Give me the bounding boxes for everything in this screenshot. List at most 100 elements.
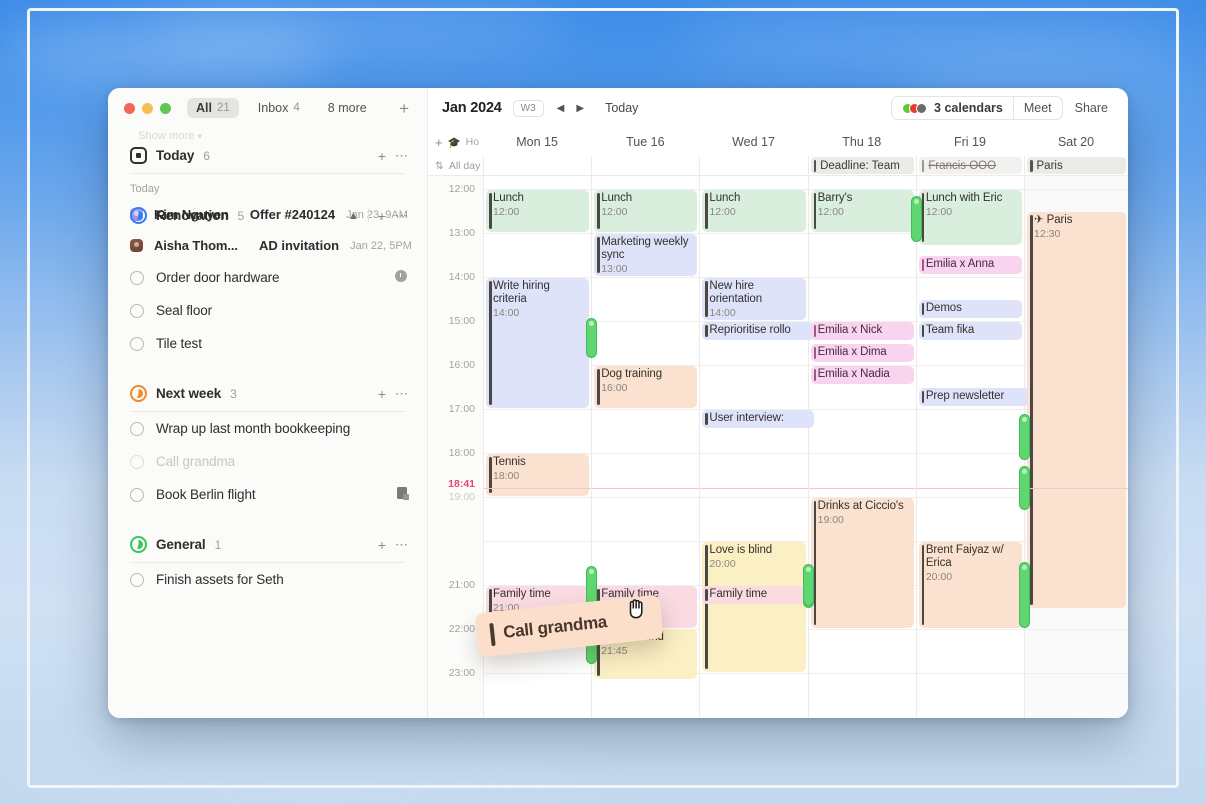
calendar-event[interactable]: Team fika xyxy=(919,322,1022,340)
sidebar-group-general[interactable]: General 1 + ⋯ xyxy=(108,529,427,560)
tab-more[interactable]: 8 more xyxy=(319,98,376,118)
day-column-thu[interactable]: Barry's 12:00 Emilia x Nick Emilia x Dim… xyxy=(808,176,916,718)
task-checkbox[interactable] xyxy=(130,455,144,469)
minimize-button[interactable] xyxy=(142,103,153,114)
calendar-event[interactable]: Emilia x Nadia xyxy=(811,366,914,384)
availability-handle[interactable] xyxy=(1019,562,1030,628)
sidebar-group-next-week[interactable]: Next week 3 + ⋯ xyxy=(108,378,427,409)
all-day-cell-wed[interactable] xyxy=(699,156,807,175)
meet-button[interactable]: Meet xyxy=(1013,97,1062,119)
add-list-button[interactable]: + xyxy=(395,98,413,119)
calendars-selector[interactable]: 3 calendars xyxy=(892,97,1013,119)
calendar-event[interactable]: Love is blind 20:00 xyxy=(702,542,805,672)
event-time: 20:00 xyxy=(709,558,801,571)
all-day-cell-mon[interactable] xyxy=(483,156,591,175)
day-header-thu[interactable]: Thu 18 xyxy=(808,128,916,156)
day-header-fri[interactable]: Fri 19 xyxy=(916,128,1024,156)
group-count: 1 xyxy=(215,538,222,552)
calendar-event[interactable]: Emilia x Nick xyxy=(811,322,914,340)
maximize-button[interactable] xyxy=(160,103,171,114)
calendar-event[interactable]: Emilia x Anna xyxy=(919,256,1022,274)
calendar-event[interactable]: Family time xyxy=(702,586,805,604)
calendar-event[interactable]: Drinks at Ciccio's 19:00 xyxy=(811,498,914,628)
availability-handle[interactable] xyxy=(911,196,922,242)
day-header-tue[interactable]: Tue 16 xyxy=(591,128,699,156)
window-traffic-lights[interactable] xyxy=(124,103,171,114)
calendar-event[interactable]: Reprioritise rollo xyxy=(702,322,813,340)
calendar-event[interactable]: Lunch with Eric 12:00 xyxy=(919,190,1022,245)
sidebar-group-today[interactable]: Today 6 + ⋯ xyxy=(108,140,427,171)
group-more-button[interactable]: ⋯ xyxy=(395,208,409,224)
calendar-event[interactable]: Prep newsletter xyxy=(919,388,1030,406)
day-header-mon[interactable]: Mon 15 xyxy=(483,128,591,156)
availability-handle[interactable] xyxy=(803,564,814,606)
group-more-button[interactable]: ⋯ xyxy=(395,386,409,402)
calendar-event[interactable]: Lunch 12:00 xyxy=(486,190,589,232)
group-more-button[interactable]: ⋯ xyxy=(395,537,409,553)
calendar-event[interactable]: Lunch 12:00 xyxy=(702,190,805,232)
all-day-event[interactable]: Paris xyxy=(1027,157,1126,174)
task-item[interactable]: Tile test xyxy=(108,327,427,360)
chevron-up-icon[interactable]: ▲ xyxy=(348,210,359,222)
tab-all[interactable]: All 21 xyxy=(187,98,239,118)
task-item[interactable]: Book Berlin flight xyxy=(108,478,427,511)
day-column-sat[interactable]: ✈ Paris 12:30 xyxy=(1024,176,1128,718)
calendar-event[interactable]: Emilia x Dima xyxy=(811,344,914,362)
day-header-sat[interactable]: Sat 20 xyxy=(1024,128,1128,156)
task-checkbox[interactable] xyxy=(130,304,144,318)
calendar-event[interactable]: Tennis 18:00 xyxy=(486,454,589,496)
add-task-button[interactable]: + xyxy=(378,208,386,224)
all-day-cell-sat[interactable]: Paris xyxy=(1024,156,1128,175)
task-item[interactable]: Call grandma xyxy=(108,445,427,478)
task-label: Call grandma xyxy=(156,454,235,469)
prev-week-button[interactable]: ◀ xyxy=(557,103,565,114)
all-day-cell-thu[interactable]: Deadline: Team xyxy=(808,156,916,175)
availability-handle[interactable] xyxy=(1019,414,1030,460)
app-window: All 21 Inbox 4 8 more + Show more▾ Today… xyxy=(108,88,1128,718)
calendar-event[interactable]: Barry's 12:00 xyxy=(811,190,914,232)
next-week-button[interactable]: ▶ xyxy=(576,103,584,114)
day-column-wed[interactable]: Lunch 12:00 New hire orientation 14:00 R… xyxy=(699,176,807,718)
task-checkbox[interactable] xyxy=(130,422,144,436)
add-task-button[interactable]: + xyxy=(378,386,386,402)
grab-cursor-icon xyxy=(624,596,650,622)
add-task-button[interactable]: + xyxy=(378,148,386,164)
availability-handle[interactable] xyxy=(586,318,597,358)
today-button[interactable]: Today xyxy=(605,101,638,115)
all-day-event[interactable]: Deadline: Team xyxy=(811,157,914,174)
availability-handle[interactable] xyxy=(1019,466,1030,510)
calendar-event[interactable]: Lunch 12:00 xyxy=(594,190,697,232)
task-item[interactable]: Finish assets for Seth xyxy=(108,563,427,596)
close-button[interactable] xyxy=(124,103,135,114)
task-item[interactable]: Wrap up last month bookkeeping xyxy=(108,412,427,445)
all-day-event[interactable]: Francis OOO xyxy=(919,157,1022,174)
list-item[interactable]: Aisha Thom... AD invitation Jan 22, 5PM xyxy=(108,230,427,261)
calendar-event[interactable]: Write hiring criteria 14:00 xyxy=(486,278,589,408)
add-calendar-button[interactable]: + xyxy=(435,135,443,150)
event-title: Emilia x Nick xyxy=(818,324,910,337)
task-checkbox[interactable] xyxy=(130,337,144,351)
all-day-cell-fri[interactable]: Francis OOO xyxy=(916,156,1024,175)
task-checkbox[interactable] xyxy=(130,271,144,285)
calendar-event[interactable]: User interview: xyxy=(702,410,813,428)
calendar-event[interactable]: Marketing weekly sync 13:00 xyxy=(594,234,697,276)
share-button[interactable]: Share xyxy=(1063,97,1116,119)
all-day-cell-tue[interactable] xyxy=(591,156,699,175)
calendar-event[interactable]: New hire orientation 14:00 xyxy=(702,278,805,320)
sidebar-group-renovation[interactable]: Renovation 5 ▲ + ⋯ xyxy=(108,200,427,231)
calendar-event[interactable]: Demos xyxy=(919,300,1022,318)
collapse-icon[interactable]: ⇅ xyxy=(435,160,444,172)
event-time: 20:00 xyxy=(926,571,1018,584)
calendar-event[interactable]: Brent Faiyaz w/ Erica 20:00 xyxy=(919,542,1022,628)
group-more-button[interactable]: ⋯ xyxy=(395,148,409,164)
task-item[interactable]: Seal floor xyxy=(108,294,427,327)
calendar-event[interactable]: ✈ Paris 12:30 xyxy=(1027,212,1126,608)
add-task-button[interactable]: + xyxy=(378,537,386,553)
task-checkbox[interactable] xyxy=(130,573,144,587)
day-column-fri[interactable]: Lunch with Eric 12:00 Emilia x Anna Demo… xyxy=(916,176,1024,718)
task-item[interactable]: Order door hardware xyxy=(108,261,427,294)
tab-inbox[interactable]: Inbox 4 xyxy=(249,98,309,118)
task-checkbox[interactable] xyxy=(130,488,144,502)
calendar-event[interactable]: Dog training 16:00 xyxy=(594,366,697,408)
day-header-wed[interactable]: Wed 17 xyxy=(699,128,807,156)
